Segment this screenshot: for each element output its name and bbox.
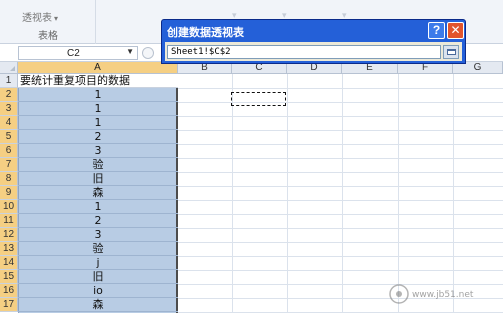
- gridline: [287, 74, 288, 313]
- create-pivot-table-dialog: 创建数据透视表 ? ✕ Sheet1!$C$2: [161, 19, 466, 64]
- row-header[interactable]: 8: [0, 172, 18, 186]
- range-reference-input[interactable]: Sheet1!$C$2: [167, 45, 441, 59]
- gridline: [398, 74, 399, 313]
- expand-dialog-button[interactable]: [443, 45, 459, 59]
- cell-a[interactable]: 2: [18, 214, 178, 228]
- row-header[interactable]: 12: [0, 228, 18, 242]
- gridline: [178, 200, 503, 201]
- gridline: [178, 116, 503, 117]
- row-header[interactable]: 7: [0, 158, 18, 172]
- dialog-body: Sheet1!$C$2: [165, 42, 462, 61]
- row-header[interactable]: 4: [0, 116, 18, 130]
- circle-icon[interactable]: [142, 47, 154, 59]
- row-header[interactable]: 6: [0, 144, 18, 158]
- row-header[interactable]: 13: [0, 242, 18, 256]
- worksheet-grid: A B C D E F G 1 要统计重复项目的数据 2 1 3 1 4 1 5…: [0, 62, 503, 313]
- pivot-table-label: 透视表: [22, 13, 52, 24]
- select-all-corner[interactable]: [0, 62, 18, 74]
- ribbon-group-tables: 透视表 ▾ 表格: [0, 0, 96, 44]
- cell-a[interactable]: 1: [18, 116, 178, 130]
- name-box-value: C2: [67, 48, 80, 59]
- gridline: [178, 144, 503, 145]
- row-header[interactable]: 3: [0, 102, 18, 116]
- cell-a[interactable]: 2: [18, 130, 178, 144]
- row-header[interactable]: 2: [0, 88, 18, 102]
- close-icon: ✕: [450, 23, 461, 37]
- row-header[interactable]: 14: [0, 256, 18, 270]
- gridline: [178, 102, 503, 103]
- cell-a[interactable]: 旧: [18, 172, 178, 186]
- cell-a[interactable]: 3: [18, 228, 178, 242]
- watermark-text: www.jb51.net: [412, 290, 474, 300]
- watermark: www.jb51.net: [388, 280, 498, 308]
- help-button[interactable]: ?: [428, 22, 445, 39]
- question-icon: ?: [432, 23, 441, 37]
- gridline: [178, 88, 503, 89]
- row-header[interactable]: 16: [0, 284, 18, 298]
- cell-a[interactable]: 森: [18, 298, 178, 312]
- triangle-icon: [10, 66, 15, 71]
- gridline: [342, 74, 343, 313]
- gridline: [232, 74, 233, 313]
- gridline: [178, 172, 503, 173]
- pivot-table-button[interactable]: 透视表 ▾: [22, 9, 58, 24]
- dropdown-arrow-icon: ▾: [54, 14, 59, 23]
- gridline: [178, 130, 503, 131]
- gridline: [178, 256, 503, 257]
- gridline: [178, 158, 503, 159]
- gridline: [178, 242, 503, 243]
- row-header[interactable]: 1: [0, 74, 18, 88]
- cell-a[interactable]: j: [18, 256, 178, 270]
- expand-dialog-icon-bar: [447, 49, 456, 51]
- gridline: [178, 186, 503, 187]
- row-header[interactable]: 15: [0, 270, 18, 284]
- cell-c2-selection-marquee[interactable]: [231, 92, 286, 106]
- gridline: [178, 270, 503, 271]
- cell-a[interactable]: 验: [18, 158, 178, 172]
- cell-a[interactable]: 森: [18, 186, 178, 200]
- cell-a[interactable]: 1: [18, 88, 178, 102]
- cell-a[interactable]: 3: [18, 144, 178, 158]
- cell-a[interactable]: 验: [18, 242, 178, 256]
- cell-a1[interactable]: 要统计重复项目的数据: [18, 74, 178, 88]
- gridline: [178, 228, 503, 229]
- gridline: [178, 214, 503, 215]
- chevron-down-icon[interactable]: ▼: [126, 47, 134, 56]
- row-header[interactable]: 5: [0, 130, 18, 144]
- row-header[interactable]: 9: [0, 186, 18, 200]
- close-button[interactable]: ✕: [447, 22, 464, 39]
- gridline: [453, 74, 454, 313]
- cell-a[interactable]: 1: [18, 102, 178, 116]
- name-box[interactable]: C2 ▼: [18, 46, 138, 60]
- row-header[interactable]: 10: [0, 200, 18, 214]
- row-header[interactable]: 17: [0, 298, 18, 312]
- dialog-title: 创建数据透视表: [167, 26, 244, 39]
- cell-a[interactable]: 1: [18, 200, 178, 214]
- cell-a[interactable]: io: [18, 284, 178, 298]
- ribbon-group-caption: 表格: [38, 31, 58, 42]
- cell-a[interactable]: 旧: [18, 270, 178, 284]
- watermark-logo-icon: [389, 284, 409, 304]
- column-header-a[interactable]: A: [18, 62, 178, 74]
- row-header[interactable]: 11: [0, 214, 18, 228]
